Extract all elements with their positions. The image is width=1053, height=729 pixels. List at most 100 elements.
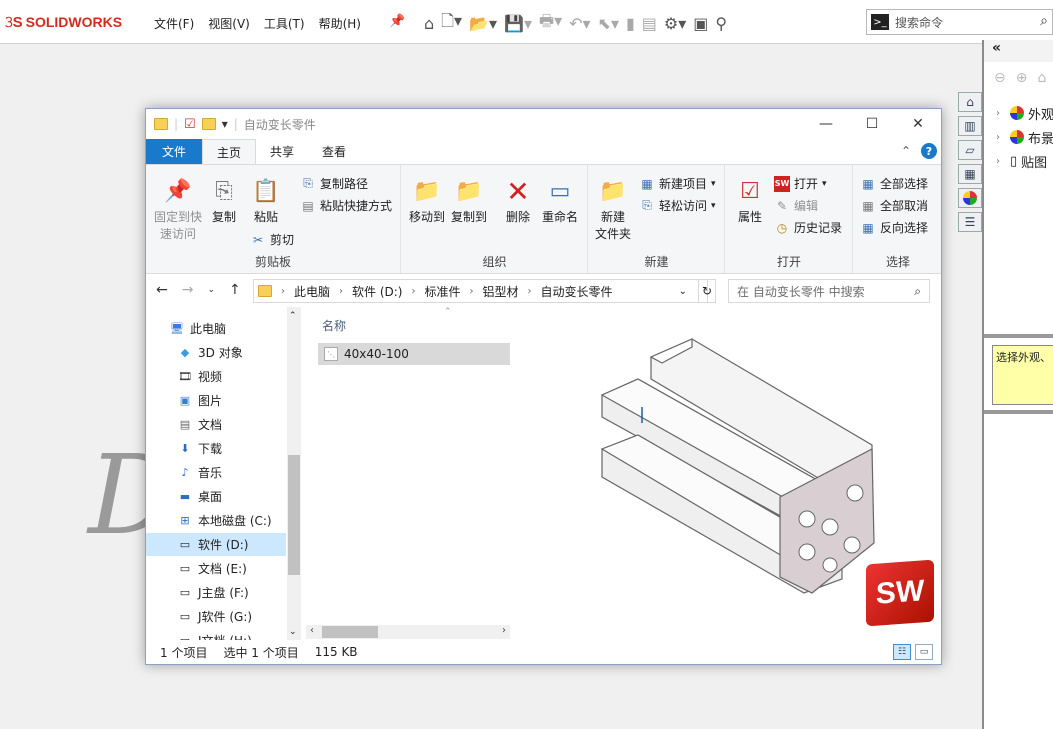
nav-drive-h[interactable]: ▭J文档 (H:): [178, 629, 252, 641]
tab-share[interactable]: 共享: [256, 139, 308, 164]
scroll-down-icon[interactable]: ⌄: [289, 627, 297, 637]
select-none-button[interactable]: ▦ 全部取消: [860, 197, 928, 214]
nav-pictures[interactable]: ▣ 图片: [178, 389, 222, 411]
new-folder-button[interactable]: 📁 新建 文件夹: [593, 175, 633, 243]
recent-locations-icon[interactable]: ⌄: [207, 282, 215, 298]
paste-shortcut-button[interactable]: ▤ 粘贴快捷方式: [300, 197, 392, 214]
scroll-right-icon[interactable]: ›: [502, 625, 506, 636]
menu-tools[interactable]: 工具(T): [264, 15, 305, 32]
collapse-ribbon-icon[interactable]: ⌃: [901, 144, 911, 158]
history-button[interactable]: ◷ 历史记录: [774, 219, 842, 236]
command-search[interactable]: >_ 搜索命令 ⌕: [866, 9, 1053, 35]
search-icon[interactable]: ⌕: [1040, 13, 1048, 29]
minimize-button[interactable]: —: [803, 109, 849, 139]
list-hscrollbar-thumb[interactable]: [322, 626, 378, 638]
new-document-icon[interactable]: 🗋▾: [441, 10, 462, 37]
nav-this-pc[interactable]: 🖥 此电脑: [170, 317, 226, 339]
back-arrow-icon[interactable]: ←: [156, 282, 168, 298]
undo-icon[interactable]: ↶▾: [569, 14, 590, 33]
tree-item-decals[interactable]: › ▯ 贴图: [996, 152, 1053, 171]
crumb-drive-d[interactable]: 软件 (D:): [352, 283, 402, 300]
nav-downloads[interactable]: ⬇ 下载: [178, 437, 222, 459]
search-input[interactable]: 在 自动变长零件 中搜索 ⌕: [728, 279, 930, 303]
tab-custom-properties-icon[interactable]: ☰: [958, 212, 982, 232]
back-icon[interactable]: ⊖: [994, 70, 1006, 86]
menu-file[interactable]: 文件(F): [154, 15, 194, 32]
list-item[interactable]: ⋱ 40x40-100: [318, 343, 510, 365]
easy-access-button[interactable]: ⎘ 轻松访问 ▾: [639, 197, 715, 214]
tree-item-scenes[interactable]: › 布景: [996, 128, 1053, 147]
select-icon[interactable]: ⬉▾: [598, 14, 619, 33]
menu-help[interactable]: 帮助(H): [319, 15, 361, 32]
copy-path-button[interactable]: ⎘ 复制路径: [300, 175, 368, 192]
print-icon[interactable]: 🖶▾: [539, 10, 562, 37]
chevron-down-icon[interactable]: ⌄: [679, 286, 687, 297]
up-arrow-icon[interactable]: ↑: [229, 282, 241, 298]
collapse-button[interactable]: «: [984, 40, 1053, 62]
invert-selection-button[interactable]: ▦ 反向选择: [860, 219, 928, 236]
column-header-name[interactable]: 名称: [322, 317, 346, 334]
solidworks-logo[interactable]: 𝟹S SOLIDWORKS: [0, 8, 132, 36]
pin-quick-access-button[interactable]: 📌 固定到快 速访问: [152, 175, 204, 243]
pin-icon[interactable]: 📌: [389, 14, 405, 29]
large-icons-view-icon[interactable]: ▭: [915, 644, 933, 660]
nav-music[interactable]: ♪ 音乐: [178, 461, 222, 483]
tab-file[interactable]: 文件: [146, 139, 202, 164]
maximize-button[interactable]: ☐: [849, 109, 895, 139]
tab-appearances-icon[interactable]: [958, 188, 982, 208]
copy-to-button[interactable]: 📁 复制到: [450, 175, 488, 226]
list-hscrollbar[interactable]: ‹ ›: [306, 625, 510, 639]
home-icon[interactable]: ⌂: [424, 14, 434, 33]
paste-button[interactable]: 📋 粘贴: [248, 175, 284, 226]
details-view-icon[interactable]: ☷: [893, 644, 911, 660]
copy-button[interactable]: ⎘ 复制: [206, 175, 242, 226]
crumb-aluminum-profile[interactable]: 铝型材: [483, 283, 519, 300]
nav-drive-f[interactable]: ▭ J主盘 (F:): [178, 581, 249, 603]
rename-button[interactable]: ▭ 重命名: [540, 175, 580, 226]
nav-drive-g[interactable]: ▭ J软件 (G:): [178, 605, 252, 627]
menu-view[interactable]: 视图(V): [208, 15, 250, 32]
delete-button[interactable]: ✕ 删除: [500, 175, 536, 226]
new-item-button[interactable]: ▦ 新建项目 ▾: [639, 175, 715, 192]
file-properties-icon[interactable]: ▤: [642, 14, 657, 33]
nav-3d-objects[interactable]: ◆ 3D 对象: [178, 341, 243, 363]
tab-home-icon[interactable]: ⌂: [958, 92, 982, 112]
tab-view[interactable]: 查看: [308, 139, 360, 164]
nav-drive-d[interactable]: ▭ 软件 (D:): [178, 533, 249, 555]
properties-check-icon[interactable]: ☑: [184, 117, 196, 132]
new-folder-icon[interactable]: [201, 118, 216, 130]
nav-desktop[interactable]: ▬ 桌面: [178, 485, 222, 507]
rebuild-icon[interactable]: ▮: [626, 14, 635, 33]
scroll-left-icon[interactable]: ‹: [310, 625, 314, 636]
edit-button[interactable]: ✎ 编辑: [774, 197, 818, 214]
user-icon[interactable]: ⚲: [715, 14, 727, 33]
breadcrumb[interactable]: › 此电脑 › 软件 (D:) › 标准件 › 铝型材 › 自动变长零件 ⌄: [253, 279, 708, 303]
nav-videos[interactable]: 🎞 视频: [178, 365, 222, 387]
nav-drive-c[interactable]: ⊞ 本地磁盘 (C:): [178, 509, 271, 531]
tree-item-appearances[interactable]: › 外观: [996, 104, 1053, 123]
move-to-button[interactable]: 📁 移动到: [408, 175, 446, 226]
refresh-button[interactable]: ↻: [698, 279, 716, 303]
crumb-current-folder[interactable]: 自动变长零件: [541, 283, 613, 300]
home-icon[interactable]: ⌂: [1037, 70, 1046, 86]
select-all-button[interactable]: ▦ 全部选择: [860, 175, 928, 192]
step-icon[interactable]: ▣: [693, 14, 708, 33]
close-button[interactable]: ✕: [895, 109, 941, 139]
tab-file-explorer-icon[interactable]: ▱: [958, 140, 982, 160]
open-icon[interactable]: 📂▾: [469, 14, 497, 33]
tab-home[interactable]: 主页: [202, 139, 257, 164]
forward-arrow-icon[interactable]: →: [182, 282, 194, 298]
nav-scrollbar-thumb[interactable]: [288, 455, 300, 575]
nav-documents[interactable]: ▤ 文档: [178, 413, 222, 435]
properties-button[interactable]: ☑ 属性: [732, 175, 768, 226]
open-button[interactable]: SW 打开 ▾: [774, 175, 827, 192]
forward-icon[interactable]: ⊕: [1016, 70, 1028, 86]
pane-splitter[interactable]: [984, 410, 1053, 414]
options-gear-icon[interactable]: ⚙▾: [664, 14, 686, 33]
help-icon[interactable]: ?: [921, 143, 937, 159]
pane-splitter[interactable]: [984, 334, 1053, 338]
customize-qat-icon[interactable]: ▾: [222, 117, 228, 131]
tab-design-library-icon[interactable]: ▥: [958, 116, 982, 136]
cut-button[interactable]: ✂ 剪切: [250, 231, 294, 248]
crumb-standard-parts[interactable]: 标准件: [424, 283, 460, 300]
